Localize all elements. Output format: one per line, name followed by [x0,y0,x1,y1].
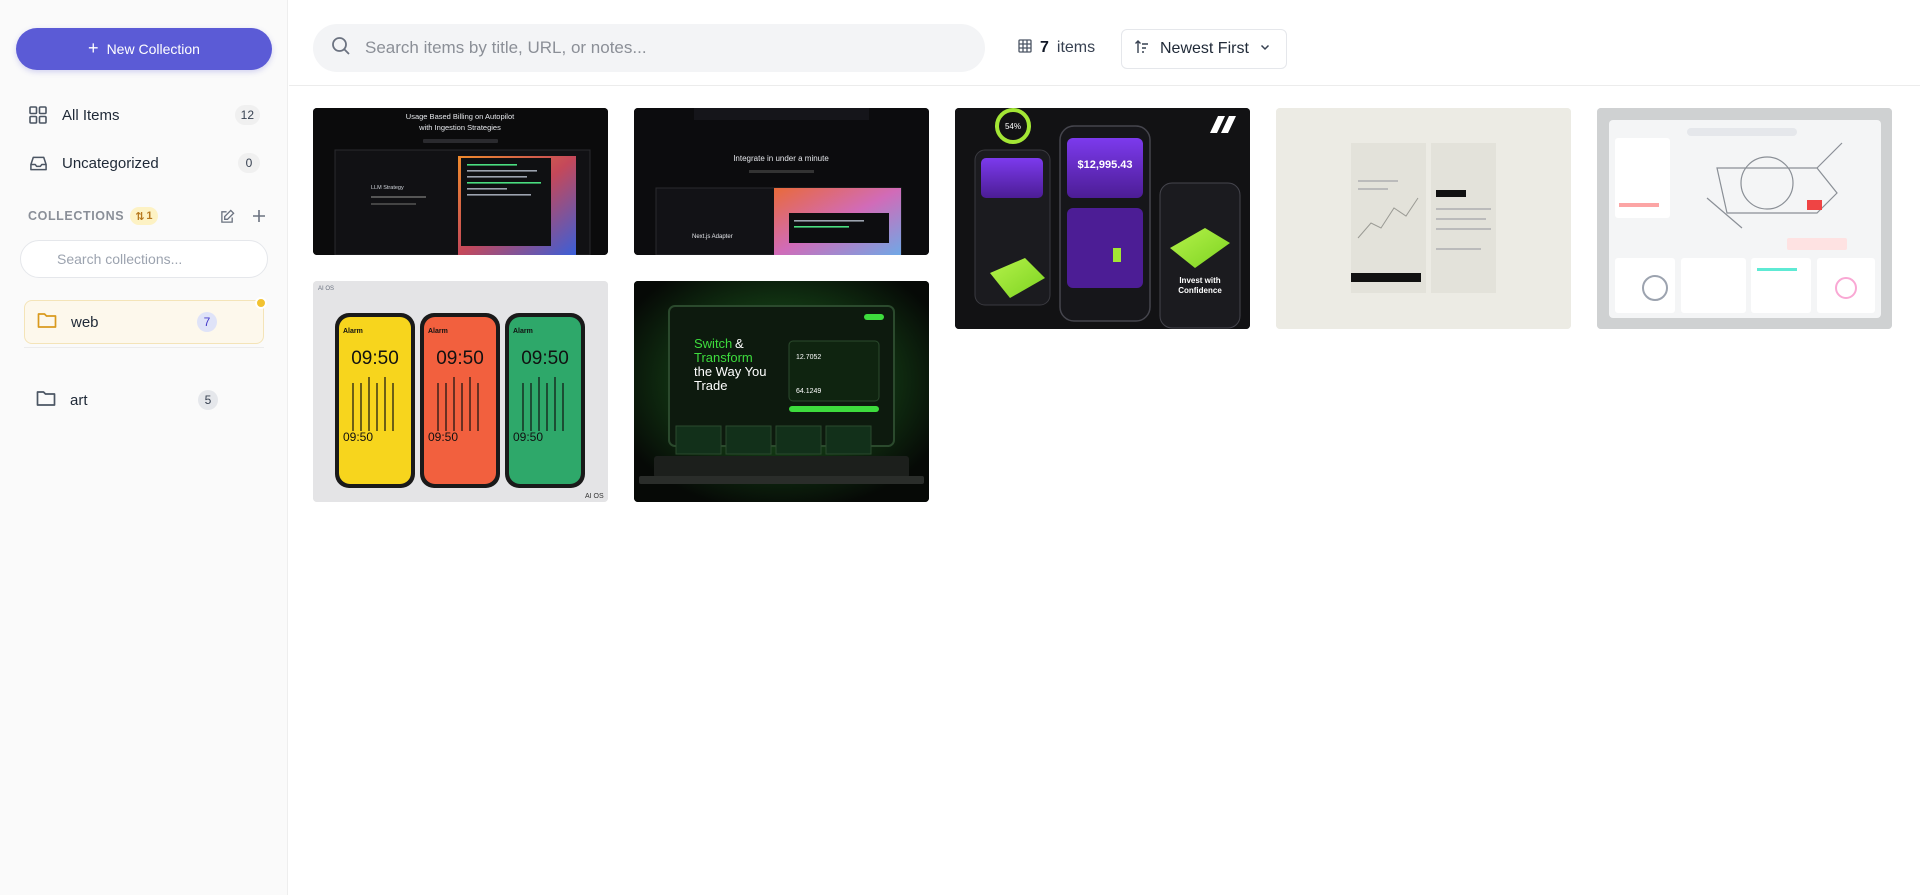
item-card[interactable] [1276,108,1571,329]
search-input[interactable] [365,38,967,58]
svg-text:Alarm: Alarm [428,328,448,335]
sort-dropdown[interactable]: Newest First [1121,29,1287,69]
item-count-label: items [1056,39,1096,56]
sort-label: Newest First [1160,40,1249,57]
sidebar: + New Collection All Items 12 Uncategori… [0,0,288,895]
item-card[interactable]: Switch & Transform the Way You Trade 12.… [634,281,929,502]
svg-text:Invest with: Invest with [1179,276,1220,285]
item-card[interactable]: Usage Based Billing on Autopilot with In… [313,108,608,255]
item-thumbnail: AI OS Alarm 09:50 09:50 Alarm 09:50 09:5… [313,281,608,502]
collections-badge-count: 1 [146,210,153,222]
nav-uncategorized[interactable]: Uncategorized 0 [16,143,272,183]
svg-text:09:50: 09:50 [513,430,543,444]
svg-text:64.1249: 64.1249 [796,388,821,395]
svg-text:LLM Strategy: LLM Strategy [371,185,404,191]
svg-text:with Ingestion Strategies: with Ingestion Strategies [418,123,501,132]
collection-web[interactable]: web 7 [24,297,267,344]
svg-text:the Way You: the Way You [694,364,767,379]
svg-text:Switch: Switch [694,336,732,351]
folder-label: web [71,313,99,331]
svg-text:54%: 54% [1005,122,1021,131]
item-thumbnail: Usage Based Billing on Autopilot with In… [313,108,608,255]
collections-header: COLLECTIONS ⇅ 1 [28,206,268,226]
item-thumbnail: 54% $12,995.43 Invest with Confidence [955,108,1250,329]
nav-count: 0 [238,153,260,173]
add-collection-icon[interactable] [250,207,268,225]
sort-small-icon: ⇅ [135,210,145,223]
svg-text:09:50: 09:50 [436,348,484,369]
item-count-value: 7 [1040,39,1049,56]
svg-text:09:50: 09:50 [521,348,569,369]
chevron-down-icon [1259,40,1271,58]
item-thumbnail: Switch & Transform the Way You Trade 12.… [634,281,929,502]
svg-text:Trade: Trade [694,378,727,393]
svg-text:AI OS: AI OS [318,286,334,292]
svg-text:Confidence: Confidence [1178,286,1222,295]
top-bar: 7 items Newest First [289,0,1920,86]
svg-text:Transform: Transform [694,350,753,365]
folder-icon [37,311,57,333]
nav-all-items[interactable]: All Items 12 [16,95,272,135]
collections-badge: ⇅ 1 [130,207,158,225]
svg-text:$12,995.43: $12,995.43 [1077,159,1132,171]
svg-text:09:50: 09:50 [351,348,399,369]
search-bar[interactable] [313,24,985,72]
svg-text:Alarm: Alarm [343,328,363,335]
item-card[interactable]: 54% $12,995.43 Invest with Confidence [955,108,1250,329]
inbox-icon [28,153,48,173]
new-collection-label: New Collection [106,41,200,57]
collection-search-input[interactable] [20,240,268,278]
folder-count: 5 [198,390,218,410]
folder-count: 7 [197,312,217,332]
svg-text:AI OS: AI OS [585,493,604,500]
item-thumbnail [1597,108,1892,329]
sort-icon [1134,39,1150,60]
folder-label: art [70,391,88,409]
item-card[interactable]: Integrate in under a minute Next.js Adap… [634,108,929,255]
folder-divider [24,347,264,348]
plus-icon: + [88,38,99,58]
svg-text:Usage Based Billing on Autopil: Usage Based Billing on Autopilot [406,112,515,121]
svg-text:Next.js Adapter: Next.js Adapter [692,234,733,240]
item-card[interactable] [1597,108,1892,329]
edit-icon[interactable] [218,207,236,225]
notification-dot [255,297,267,309]
item-count: 7 items [1018,36,1095,60]
folder-icon [36,389,56,411]
svg-text:12.7052: 12.7052 [796,354,821,361]
item-thumbnail [1276,108,1571,329]
new-collection-button[interactable]: + New Collection [16,28,272,70]
nav-count: 12 [234,105,260,125]
collections-title: COLLECTIONS [28,209,125,223]
nav-label: All Items [62,106,120,124]
search-icon [331,36,351,61]
nav-label: Uncategorized [62,154,159,172]
table-icon [1018,38,1032,58]
svg-text:Alarm: Alarm [513,328,533,335]
collection-art[interactable]: art 5 [24,378,264,422]
svg-text:09:50: 09:50 [428,430,458,444]
item-card[interactable]: AI OS Alarm 09:50 09:50 Alarm 09:50 09:5… [313,281,608,502]
grid-icon [28,105,48,125]
svg-text:Integrate in under a minute: Integrate in under a minute [733,154,829,163]
svg-text:09:50: 09:50 [343,430,373,444]
item-thumbnail: Integrate in under a minute Next.js Adap… [634,108,929,255]
svg-text:&: & [735,336,744,351]
